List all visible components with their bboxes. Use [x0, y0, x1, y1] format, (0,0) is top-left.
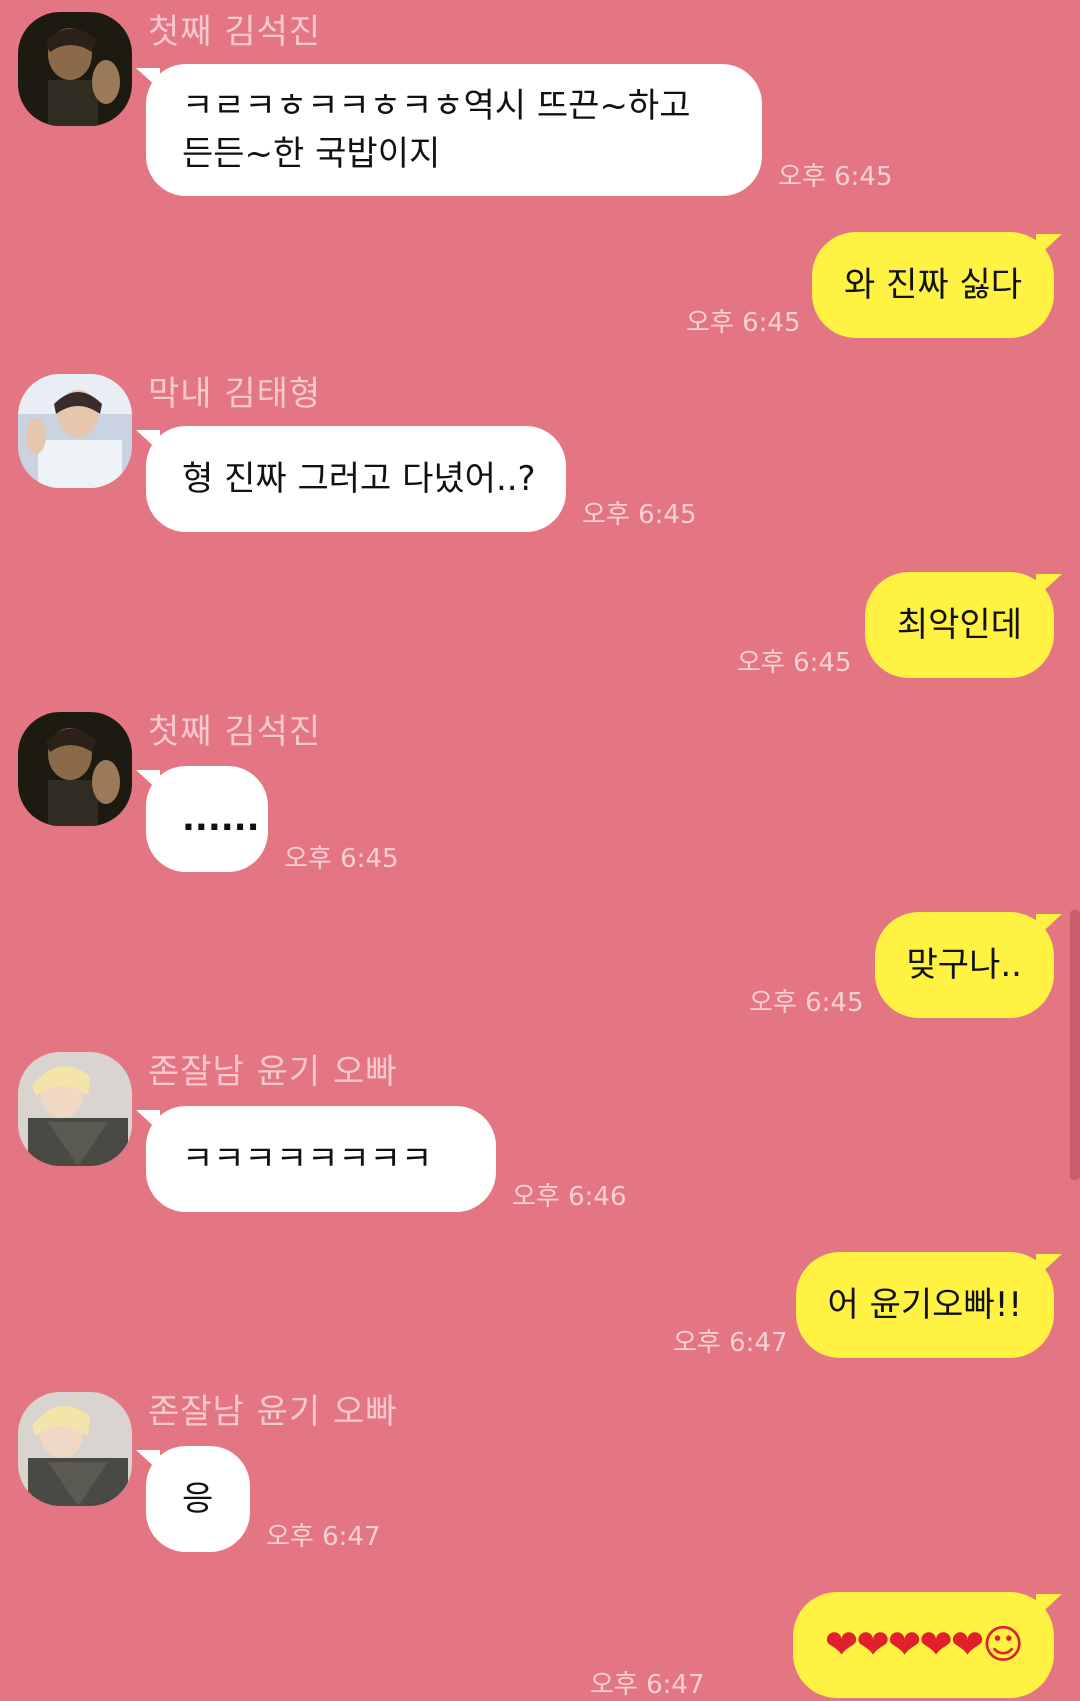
incoming-message: 존잘남 윤기 오빠 응 오후 6:47 [0, 1392, 1000, 1557]
timestamp: 오후 6:45 [737, 648, 852, 678]
timestamp: 오후 6:46 [512, 1182, 627, 1212]
timestamp: 오후 6:47 [590, 1670, 705, 1700]
timestamp: 오후 6:45 [582, 500, 697, 530]
message-bubble[interactable]: ㅋㅋㅋㅋㅋㅋㅋㅋ [136, 1106, 496, 1212]
message-bubble[interactable]: ㅋㄹㅋㅎㅋㅋㅎㅋㅎ역시 뜨끈~하고 든든~한 국밥이지 [136, 64, 762, 196]
message-bubble[interactable]: 형 진짜 그러고 다녔어..? [136, 426, 566, 532]
timestamp: 오후 6:45 [749, 988, 864, 1018]
timestamp: 오후 6:45 [284, 844, 399, 874]
outgoing-message: ❤❤❤❤❤☺ 오후 6:47 [0, 1592, 1080, 1701]
message-bubble[interactable]: 와 진짜 싫다 [811, 232, 1063, 338]
message-bubble[interactable]: 응 [136, 1446, 250, 1552]
timestamp: 오후 6:47 [266, 1522, 381, 1552]
sender-name: 존잘남 윤기 오빠 [148, 1052, 398, 1092]
sender-name: 존잘남 윤기 오빠 [148, 1392, 398, 1432]
message-bubble[interactable]: ❤❤❤❤❤☺ [792, 1592, 1063, 1698]
timestamp: 오후 6:45 [778, 162, 893, 192]
outgoing-message: 맞구나.. 오후 6:45 [0, 912, 1080, 1022]
incoming-message: 첫째 김석진 ㅋㄹㅋㅎㅋㅋㅎㅋㅎ역시 뜨끈~하고 든든~한 국밥이지 오후 6:… [0, 12, 1000, 197]
timestamp: 오후 6:47 [673, 1328, 788, 1358]
incoming-message: 막내 김태형 형 진짜 그러고 다녔어..? 오후 6:45 [0, 374, 1000, 534]
outgoing-message: 어 윤기오빠!! 오후 6:47 [0, 1252, 1080, 1362]
message-bubble[interactable]: 어 윤기오빠!! [795, 1252, 1063, 1358]
sender-name: 첫째 김석진 [148, 12, 322, 52]
avatar-jin[interactable] [18, 12, 132, 126]
sender-name: 막내 김태형 [148, 374, 322, 414]
outgoing-message: 최악인데 오후 6:45 [0, 572, 1080, 682]
incoming-message: 존잘남 윤기 오빠 ㅋㅋㅋㅋㅋㅋㅋㅋ 오후 6:46 [0, 1052, 1000, 1217]
message-bubble[interactable]: 맞구나.. [874, 912, 1063, 1018]
avatar-yoongi[interactable] [18, 1392, 132, 1506]
chat-room[interactable]: 첫째 김석진 ㅋㄹㅋㅎㅋㅋㅎㅋㅎ역시 뜨끈~하고 든든~한 국밥이지 오후 6:… [0, 0, 1080, 1701]
sender-name: 첫째 김석진 [148, 712, 322, 752]
avatar-taehyung[interactable] [18, 374, 132, 488]
avatar-yoongi[interactable] [18, 1052, 132, 1166]
outgoing-message: 와 진짜 싫다 오후 6:45 [0, 232, 1080, 342]
avatar-jin[interactable] [18, 712, 132, 826]
message-bubble[interactable]: ...... [136, 766, 268, 872]
message-bubble[interactable]: 최악인데 [864, 572, 1063, 678]
timestamp: 오후 6:45 [686, 308, 801, 338]
scrollbar[interactable] [1070, 910, 1080, 1180]
incoming-message: 첫째 김석진 ...... 오후 6:45 [0, 712, 1000, 877]
